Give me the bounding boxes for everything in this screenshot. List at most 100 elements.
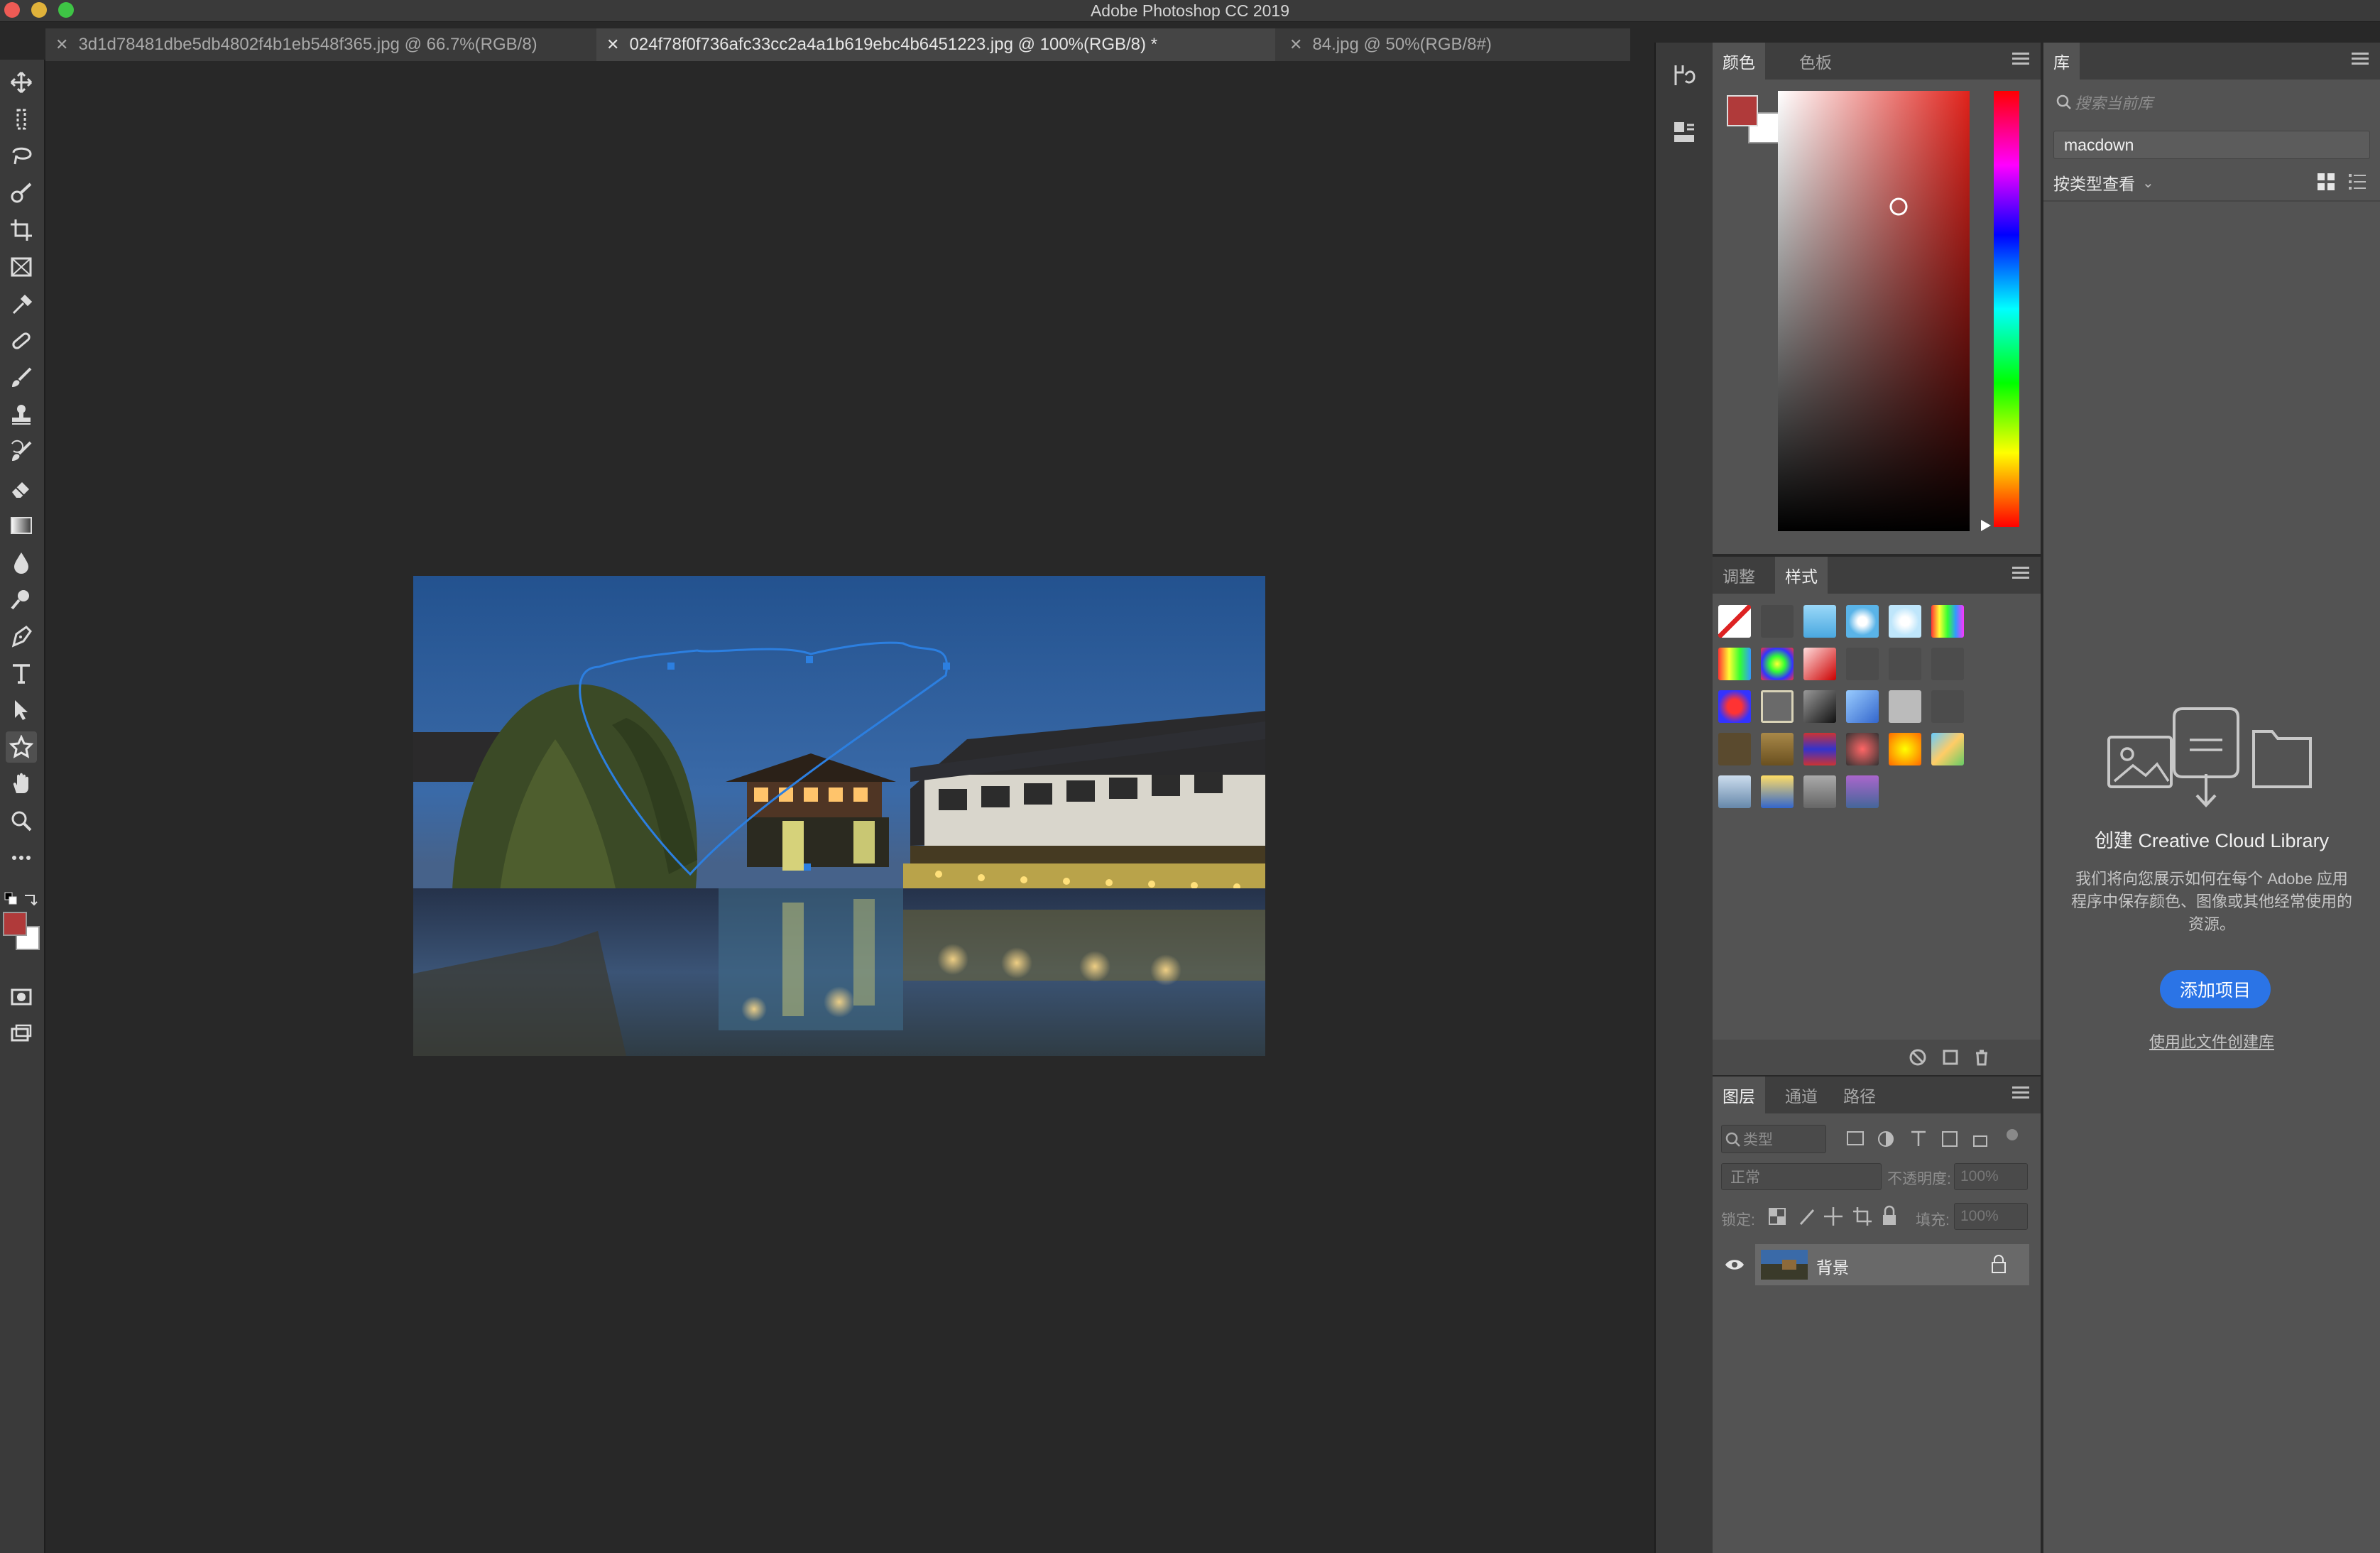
panel-menu-icon[interactable] xyxy=(2352,53,2369,67)
default-colors-icon[interactable] xyxy=(4,892,20,908)
healing-icon[interactable] xyxy=(6,325,37,356)
library-search[interactable]: 搜索当前库 xyxy=(2053,88,2373,116)
blur-icon[interactable] xyxy=(6,547,37,578)
style-preset-swatch[interactable] xyxy=(1846,775,1879,808)
dodge-icon[interactable] xyxy=(6,584,37,615)
brush-icon[interactable] xyxy=(6,362,37,393)
add-item-button[interactable]: 添加项目 xyxy=(2160,970,2271,1008)
style-preset-swatch[interactable] xyxy=(1889,690,1921,723)
document-image[interactable] xyxy=(413,576,1265,1056)
color-field[interactable] xyxy=(1778,91,1970,531)
style-preset-swatch[interactable] xyxy=(1761,648,1794,680)
style-preset-swatch[interactable] xyxy=(1761,733,1794,765)
style-preset-swatch[interactable] xyxy=(1931,648,1964,680)
style-preset-swatch[interactable] xyxy=(1761,605,1794,638)
eyedropper-icon[interactable] xyxy=(6,288,37,320)
panel-menu-icon[interactable] xyxy=(2012,567,2029,581)
close-tab-icon[interactable]: ✕ xyxy=(55,36,68,54)
tab-styles[interactable]: 样式 xyxy=(1775,557,1828,594)
style-preset-swatch[interactable] xyxy=(1718,690,1751,723)
close-tab-icon[interactable]: ✕ xyxy=(1289,36,1302,54)
style-preset-swatch[interactable] xyxy=(1803,648,1836,680)
style-preset-swatch[interactable] xyxy=(1889,605,1921,638)
style-preset-swatch[interactable] xyxy=(1761,775,1794,808)
eraser-icon[interactable] xyxy=(6,473,37,504)
layer-row[interactable]: 背景 xyxy=(1755,1244,2029,1285)
view-by-type-select[interactable]: 按类型查看 ⌄ xyxy=(2053,170,2154,195)
blend-mode-select[interactable]: 正常 xyxy=(1721,1163,1882,1190)
tab-swatches[interactable]: 色板 xyxy=(1789,43,1842,80)
layer-visibility-icon[interactable] xyxy=(1724,1257,1745,1273)
layer-filter-icons[interactable] xyxy=(1843,1128,2028,1150)
foreground-color-chip[interactable] xyxy=(1727,95,1758,126)
tab-color[interactable]: 颜色 xyxy=(1713,43,1765,80)
more-icon[interactable] xyxy=(6,842,37,873)
gradient-icon[interactable] xyxy=(6,510,37,541)
style-preset-swatch[interactable] xyxy=(1931,605,1964,638)
stamp-icon[interactable] xyxy=(6,399,37,430)
style-preset-swatch[interactable] xyxy=(1889,733,1921,765)
move-icon[interactable] xyxy=(6,67,37,98)
style-preset-swatch[interactable] xyxy=(1931,690,1964,723)
style-preset-swatch[interactable] xyxy=(1846,690,1879,723)
quick-mask-icon[interactable] xyxy=(6,981,37,1013)
clear-style-icon[interactable] xyxy=(1909,1048,1927,1067)
style-preset-swatch[interactable] xyxy=(1718,733,1751,765)
style-preset-swatch[interactable] xyxy=(1846,605,1879,638)
grid-view-icon[interactable] xyxy=(2316,172,2336,192)
fill-input[interactable]: 100% xyxy=(1954,1203,2028,1230)
delete-style-icon[interactable] xyxy=(1972,1048,1991,1067)
frame-icon[interactable] xyxy=(6,251,37,283)
history-brush-icon[interactable] xyxy=(6,436,37,467)
style-preset-swatch[interactable] xyxy=(1846,648,1879,680)
list-view-icon[interactable] xyxy=(2347,172,2367,192)
foreground-color-swatch[interactable] xyxy=(3,912,27,936)
new-style-icon[interactable] xyxy=(1941,1048,1960,1067)
pen-icon[interactable] xyxy=(6,621,37,652)
hue-slider[interactable] xyxy=(1994,91,2022,531)
style-preset-swatch[interactable] xyxy=(1761,690,1794,723)
document-tab-2[interactable]: ✕ 024f78f0f736afc33cc2a4a1b619ebc4b64512… xyxy=(596,28,1275,61)
lasso-icon[interactable] xyxy=(6,141,37,172)
style-preset-swatch[interactable] xyxy=(1931,733,1964,765)
style-preset-swatch[interactable] xyxy=(1846,733,1879,765)
screen-mode-icon[interactable] xyxy=(6,1018,37,1050)
tab-channels[interactable]: 通道 xyxy=(1775,1077,1828,1113)
hand-icon[interactable] xyxy=(6,768,37,800)
library-select[interactable]: macdown xyxy=(2053,131,2370,159)
style-preset-swatch[interactable] xyxy=(1718,775,1751,808)
close-tab-icon[interactable]: ✕ xyxy=(606,36,619,54)
swap-colors-icon[interactable] xyxy=(23,892,38,908)
document-tab-1[interactable]: ✕ 3d1d78481dbe5db4802f4b1eb548f365.jpg @… xyxy=(45,28,592,61)
style-preset-swatch[interactable] xyxy=(1803,775,1836,808)
style-preset-swatch[interactable] xyxy=(1803,733,1836,765)
style-preset-swatch[interactable] xyxy=(1803,690,1836,723)
lock-options-icons[interactable] xyxy=(1765,1204,1900,1228)
panel-menu-icon[interactable] xyxy=(2012,1086,2029,1101)
layer-lock-icon[interactable] xyxy=(1991,1254,2007,1274)
hue-slider-handle-icon[interactable] xyxy=(1980,518,1994,533)
document-tab-3[interactable]: ✕ 84.jpg @ 50%(RGB/8#) xyxy=(1279,28,1578,61)
opacity-input[interactable]: 100% xyxy=(1954,1163,2028,1190)
create-library-link[interactable]: 使用此文件创建库 xyxy=(2043,1030,2380,1052)
canvas-area[interactable] xyxy=(45,61,1630,1553)
tab-layers[interactable]: 图层 xyxy=(1713,1077,1765,1113)
zoom-icon[interactable] xyxy=(6,805,37,837)
style-preset-swatch[interactable] xyxy=(1718,648,1751,680)
style-preset-swatch[interactable] xyxy=(1889,648,1921,680)
tab-paths[interactable]: 路径 xyxy=(1833,1077,1886,1113)
panel-menu-icon[interactable] xyxy=(2012,53,2029,67)
tab-library[interactable]: 库 xyxy=(2043,43,2080,80)
type-icon[interactable] xyxy=(6,658,37,689)
history-panel-icon[interactable] xyxy=(1669,60,1700,91)
style-preset-swatch[interactable] xyxy=(1803,605,1836,638)
layer-filter-select[interactable]: 类型 xyxy=(1721,1125,1826,1153)
style-preset-swatch[interactable] xyxy=(1718,605,1751,638)
quick-select-icon[interactable] xyxy=(6,178,37,209)
properties-panel-icon[interactable] xyxy=(1669,116,1700,148)
marquee-icon[interactable] xyxy=(6,104,37,135)
path-select-icon[interactable] xyxy=(6,694,37,726)
tab-adjustments[interactable]: 调整 xyxy=(1713,557,1765,594)
crop-icon[interactable] xyxy=(6,214,37,246)
custom-shape-icon[interactable] xyxy=(6,731,37,763)
